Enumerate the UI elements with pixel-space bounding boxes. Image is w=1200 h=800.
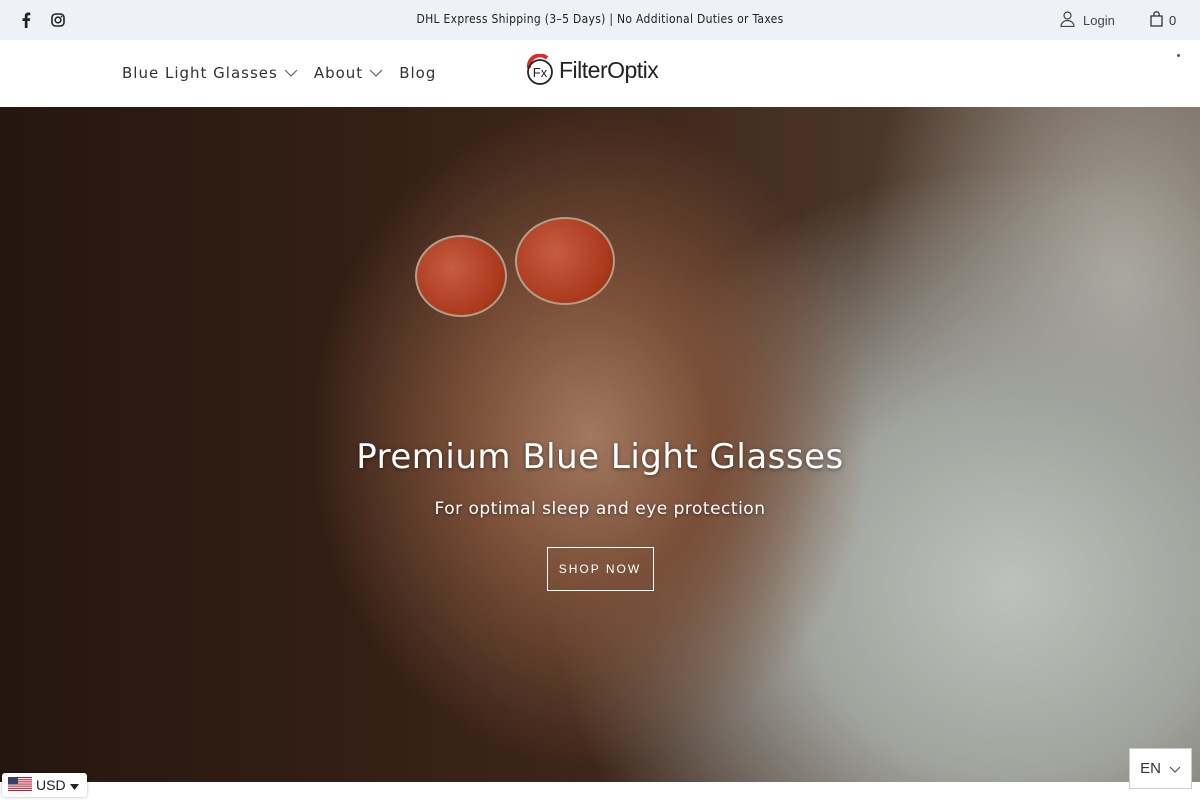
caret-down-icon	[69, 777, 79, 793]
login-link[interactable]: Login	[1060, 11, 1115, 30]
us-flag-icon	[8, 776, 32, 794]
chevron-down-icon	[369, 68, 383, 78]
chevron-down-icon	[1169, 760, 1181, 777]
main-nav: Blue Light Glasses About Blog	[122, 64, 436, 82]
shop-now-button[interactable]: SHOP NOW	[546, 547, 654, 591]
nav-item-label: About	[313, 64, 364, 82]
header-dot	[1177, 54, 1180, 57]
chevron-down-icon	[284, 68, 298, 78]
shopping-bag-icon	[1150, 11, 1163, 30]
nav-item-label: Blue Light Glasses	[122, 64, 278, 82]
logo-mark-icon: Fx	[526, 54, 553, 85]
user-icon	[1060, 11, 1075, 30]
site-logo[interactable]: Fx FilterOptix	[525, 54, 659, 86]
cart-count: 0	[1169, 13, 1177, 28]
shipping-announcement: DHL Express Shipping (3–5 Days) | No Add…	[416, 12, 784, 26]
nav-item-blue-light-glasses[interactable]: Blue Light Glasses	[122, 64, 298, 82]
svg-text:Fx: Fx	[533, 65, 548, 80]
hero-banner: Premium Blue Light Glasses For optimal s…	[0, 107, 1200, 782]
cart-button[interactable]: 0	[1150, 11, 1176, 30]
language-selector[interactable]: EN	[1129, 748, 1192, 789]
announcement-bar: DHL Express Shipping (3–5 Days) | No Add…	[0, 0, 1200, 40]
hero-content: Premium Blue Light Glasses For optimal s…	[0, 437, 1200, 591]
nav-item-label: Blog	[399, 64, 437, 82]
login-label: Login	[1083, 13, 1115, 28]
nav-item-blog[interactable]: Blog	[399, 64, 436, 82]
hero-subtitle: For optimal sleep and eye protection	[434, 499, 766, 519]
currency-label: USD	[36, 777, 66, 793]
language-label: EN	[1140, 760, 1161, 777]
logo-wordmark: FilterOptix	[559, 56, 659, 83]
site-header: Blue Light Glasses About Blog Fx FilterO…	[0, 40, 1200, 107]
hero-title: Premium Blue Light Glasses	[356, 437, 844, 477]
currency-selector[interactable]: USD	[2, 773, 87, 797]
nav-item-about[interactable]: About	[314, 64, 383, 82]
